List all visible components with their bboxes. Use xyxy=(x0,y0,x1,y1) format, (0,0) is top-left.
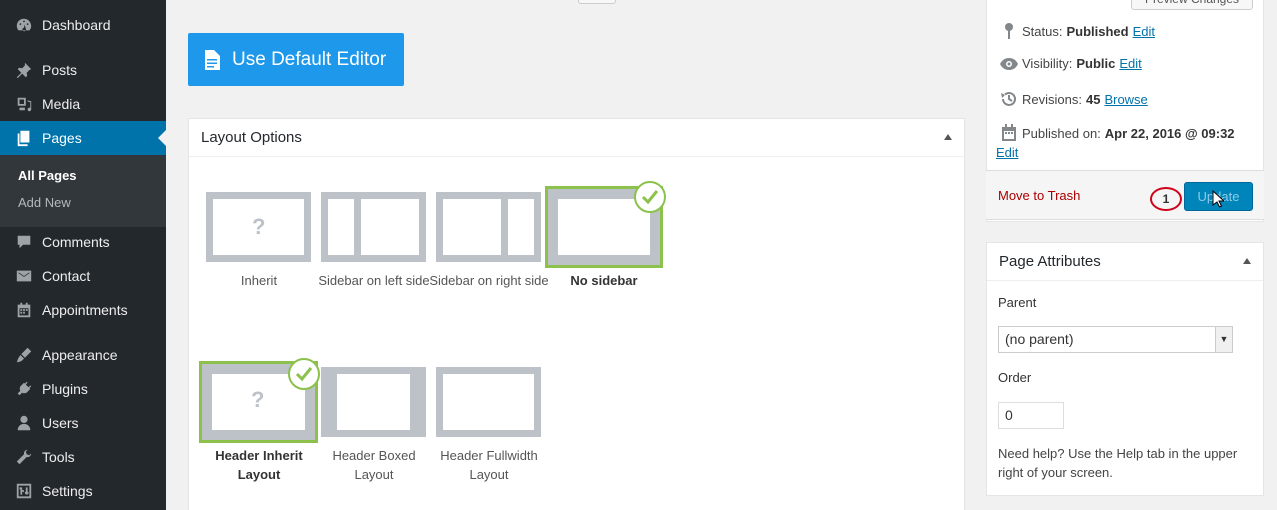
parent-select[interactable]: (no parent) ▼ xyxy=(998,326,1233,353)
menu-item-label: Dashboard xyxy=(42,17,111,33)
visibility-label: Visibility: xyxy=(1022,56,1073,71)
layout-inherit-thumb[interactable]: ? xyxy=(206,192,311,262)
published-on-label: Published on: xyxy=(1022,125,1101,141)
publishing-actions: Move to Trash 1 Update xyxy=(986,170,1264,220)
layout-no-sidebar-label: No sidebar xyxy=(570,273,638,288)
parent-label: Parent xyxy=(998,295,1037,310)
status-value: Published xyxy=(1066,23,1129,39)
menu-item-comments[interactable]: Comments xyxy=(0,225,166,259)
menu-item-label: Appointments xyxy=(42,302,128,318)
move-to-trash-link[interactable]: Move to Trash xyxy=(998,188,1080,203)
menu-item-media[interactable]: Media xyxy=(0,87,166,121)
user-icon xyxy=(6,414,42,432)
menu-item-label: Settings xyxy=(42,483,93,499)
brush-icon xyxy=(6,346,42,364)
submenu-add-new[interactable]: Add New xyxy=(18,195,71,210)
visibility-row: Visibility: Public Edit xyxy=(998,56,1142,71)
selected-check-icon xyxy=(634,181,666,213)
layout-sidebar-left-label: Sidebar on left side xyxy=(318,273,430,288)
menu-item-label: Plugins xyxy=(42,381,88,397)
document-icon xyxy=(204,49,220,70)
step-marker: 1 xyxy=(1150,187,1182,211)
use-default-editor-button[interactable]: Use Default Editor xyxy=(188,33,404,86)
selected-check-icon xyxy=(288,358,320,390)
dashboard-icon xyxy=(6,16,42,34)
menu-item-plugins[interactable]: Plugins xyxy=(0,372,166,406)
menu-item-pages[interactable]: Pages xyxy=(0,121,166,155)
published-on-edit-link[interactable]: Edit xyxy=(996,145,1018,160)
use-default-editor-label: Use Default Editor xyxy=(232,48,387,70)
pages-submenu: All Pages Add New xyxy=(0,155,166,227)
pin-icon xyxy=(998,22,1020,40)
layout-sidebar-right-thumb[interactable] xyxy=(436,192,541,262)
menu-item-label: Comments xyxy=(42,234,110,250)
revisions-value: 45 xyxy=(1085,91,1101,107)
pages-icon xyxy=(6,129,42,147)
plug-icon xyxy=(6,380,42,398)
help-text: Need help? Use the Help tab in the upper… xyxy=(998,446,1238,480)
header-inherit-label: Header Inherit Layout xyxy=(215,448,303,482)
calendar-icon xyxy=(6,301,42,319)
parent-select-value: (no parent) xyxy=(1005,331,1074,347)
status-edit-link[interactable]: Edit xyxy=(1133,24,1155,39)
pin-icon xyxy=(6,61,42,79)
settings-icon xyxy=(6,482,42,500)
menu-item-label: Posts xyxy=(42,62,78,78)
status-row: Status: Published Edit xyxy=(998,22,1155,40)
menu-item-users[interactable]: Users xyxy=(0,406,166,440)
order-label: Order xyxy=(998,370,1032,385)
header-boxed-label: Header Boxed Layout xyxy=(332,448,416,482)
menu-item-settings[interactable]: Settings xyxy=(0,474,166,508)
status-label: Status: xyxy=(1022,23,1063,39)
layout-sidebar-right-label: Sidebar on right side xyxy=(429,273,549,288)
order-input[interactable]: 0 xyxy=(998,402,1064,429)
menu-item-appearance[interactable]: Appearance xyxy=(0,338,166,372)
revisions-browse-link[interactable]: Browse xyxy=(1104,92,1147,107)
history-icon xyxy=(998,90,1020,108)
toolbar-stub xyxy=(578,0,616,4)
menu-item-posts[interactable]: Posts xyxy=(0,53,166,87)
menu-item-label: Pages xyxy=(42,130,82,146)
menu-item-tools[interactable]: Tools xyxy=(0,440,166,474)
menu-item-label: Users xyxy=(42,415,79,431)
menu-item-contact[interactable]: Contact xyxy=(0,259,166,293)
chevron-down-icon: ▼ xyxy=(1215,327,1232,352)
question-mark-icon: ? xyxy=(252,214,266,239)
mouse-cursor-icon xyxy=(1212,189,1226,211)
header-fullwidth-label: Header Fullwidth Layout xyxy=(440,448,538,482)
menu-item-label: Tools xyxy=(42,449,75,465)
admin-sidebar: Dashboard Posts Media Pages All Pages Ad… xyxy=(0,0,166,510)
revisions-label: Revisions: xyxy=(1022,91,1082,107)
header-fullwidth-thumb[interactable] xyxy=(436,367,541,437)
visibility-value: Public xyxy=(1076,56,1116,71)
menu-item-dashboard[interactable]: Dashboard xyxy=(0,8,166,42)
layout-inherit-label: Inherit xyxy=(240,273,278,288)
preview-changes-button[interactable]: Preview Changes xyxy=(1131,0,1253,10)
comment-icon xyxy=(6,233,42,251)
eye-icon xyxy=(998,57,1020,71)
header-boxed-thumb[interactable] xyxy=(321,367,426,437)
menu-item-label: Appearance xyxy=(42,347,118,363)
revisions-row: Revisions: 45 Browse xyxy=(998,90,1148,108)
calendar-icon xyxy=(998,124,1020,142)
layout-sidebar-left-thumb[interactable] xyxy=(321,192,426,262)
collapse-toggle-icon[interactable] xyxy=(944,134,952,140)
menu-item-label: Media xyxy=(42,96,81,112)
submenu-all-pages[interactable]: All Pages xyxy=(18,168,77,183)
page-attributes-title: Page Attributes xyxy=(987,243,1263,281)
collapse-toggle-icon[interactable] xyxy=(1243,258,1251,264)
mail-icon xyxy=(6,267,42,285)
menu-item-appointments[interactable]: Appointments xyxy=(0,293,166,327)
published-on-value: Apr 22, 2016 @ 09:32 xyxy=(1104,125,1235,141)
layout-options-title: Layout Options xyxy=(189,119,964,157)
visibility-edit-link[interactable]: Edit xyxy=(1119,56,1141,71)
question-mark-icon: ? xyxy=(251,387,265,412)
menu-item-label: Contact xyxy=(42,268,91,284)
published-on-row: Published on: Apr 22, 2016 @ 09:32 xyxy=(998,124,1235,142)
media-icon xyxy=(6,95,42,113)
wrench-icon xyxy=(6,448,42,466)
